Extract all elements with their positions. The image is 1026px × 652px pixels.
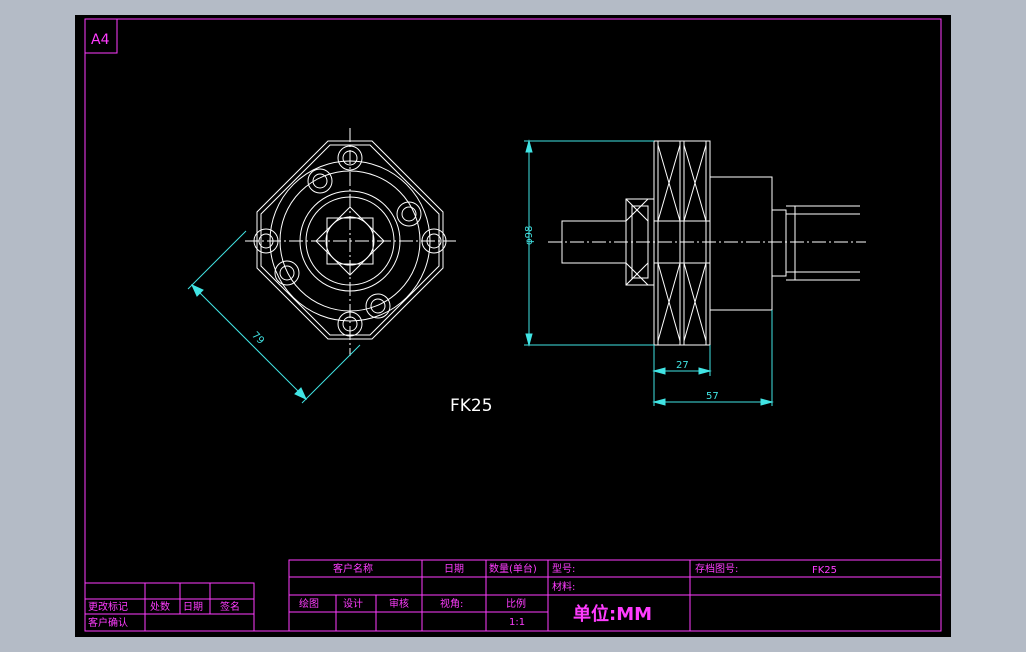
tb-date: 日期 (444, 563, 464, 575)
tb-drawing-no-value: FK25 (812, 565, 837, 576)
tb-drawn: 绘图 (299, 597, 319, 610)
tb-view-angle: 视角: (440, 597, 463, 610)
dimension-label-width-a: 27 (676, 360, 689, 371)
tb-customer-confirm: 客户确认 (88, 616, 128, 629)
tb-drawing-no-label: 存档图号: (695, 562, 738, 575)
part-label: FK25 (450, 396, 493, 416)
tb-reviewed: 审核 (389, 597, 409, 610)
sheet-size-label: A4 (91, 32, 110, 48)
cad-drawing-canvas[interactable]: A4 79 FK25 φ98 27 57 更改标记 处数 日期 签名 客户确认 … (0, 0, 1026, 652)
tb-change-mark: 更改标记 (88, 600, 128, 613)
drawing-background (75, 15, 951, 637)
tb-material: 材料: (552, 580, 575, 593)
tb-count: 处数 (150, 600, 170, 613)
tb-scale-value: 1:1 (509, 617, 525, 628)
tb-quantity: 数量(单台) (489, 562, 537, 575)
tb-signature: 签名 (220, 600, 240, 613)
tb-unit: 单位:MM (573, 603, 652, 625)
dimension-label-diameter: φ98 (524, 226, 535, 245)
tb-designed: 设计 (343, 597, 363, 610)
dimension-label-width-b: 57 (706, 391, 719, 402)
tb-model: 型号: (552, 562, 575, 575)
tb-customer-name: 客户名称 (333, 562, 373, 575)
tb-left-date: 日期 (183, 601, 203, 613)
tb-scale-label: 比例 (506, 597, 526, 610)
